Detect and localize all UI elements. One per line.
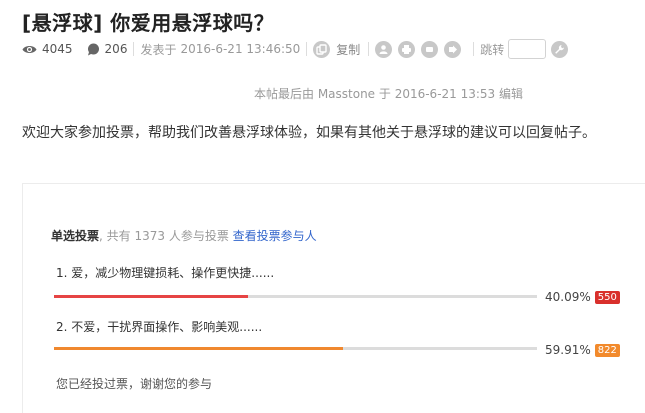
divider [133,42,135,56]
divider [306,42,308,56]
divider [368,42,370,56]
reply-count: 206 [87,42,128,56]
copy-icon[interactable] [313,40,331,58]
poll-type: 单选投票 [51,229,100,243]
poll-option-result: 40.09% 550 [545,290,620,304]
poll-option-bar [54,295,537,298]
view-count: 4045 [22,42,73,56]
next-thread-icon[interactable] [444,40,462,58]
view-count-value: 4045 [42,42,73,56]
eye-icon [22,45,37,53]
poll-option-votes-badge: 822 [594,343,620,357]
posted-date: 2016-6-21 13:46:50 [180,42,301,56]
previous-thread-icon[interactable] [421,40,439,58]
copy-button[interactable]: 复制 [336,41,360,58]
jump-page-input[interactable] [508,39,547,59]
poll-option-bar [54,347,537,350]
poll-voted-message: 您已经投过票，谢谢您的参与 [56,377,213,391]
poll-option-label: 1. 爱，减少物理键损耗、操作更快捷...... [56,266,275,280]
edit-note: 本帖最后由 Masstone 于 2016-6-21 13:53 编辑 [254,87,524,101]
poll-option-bar-fill [54,347,344,350]
divider [473,42,475,56]
reply-count-value: 206 [104,42,128,56]
posted-label: 发表于 [140,42,177,57]
poll-header: 单选投票, 共有 1373 人参与投票 查看投票参与人 [51,227,317,244]
poll-option-bar-fill [54,295,248,298]
poll-option-votes-badge: 550 [594,290,620,304]
post-body: 欢迎大家参加投票，帮助我们改善悬浮球体验，如果有其他关于悬浮球的建议可以回复帖子… [22,125,596,141]
poll-option-percent: 40.09% [545,290,591,304]
thread-title: [悬浮球] 你爱用悬浮球吗？ [22,11,275,35]
poll-option-label: 2. 不爱，干扰界面操作、影响美观...... [56,320,263,334]
jump-label: 跳转 [480,42,505,57]
poll-option-result: 59.91% 822 [545,343,620,357]
thread-meta-bar: 4045 206 发表于 2016-6-21 13:46:50 复制 跳转 [22,38,574,60]
poll-box: 单选投票, 共有 1373 人参与投票 查看投票参与人 1. 爱，减少物理键损耗… [22,183,645,413]
comment-icon [87,43,99,55]
view-voters-link[interactable]: 查看投票参与人 [233,229,317,243]
poll-option-percent: 59.91% [545,343,591,357]
poll-summary: , 共有 1373 人参与投票 [99,229,229,243]
user-icon[interactable] [375,40,393,58]
print-icon[interactable] [398,40,416,58]
wrench-icon[interactable] [551,40,569,58]
